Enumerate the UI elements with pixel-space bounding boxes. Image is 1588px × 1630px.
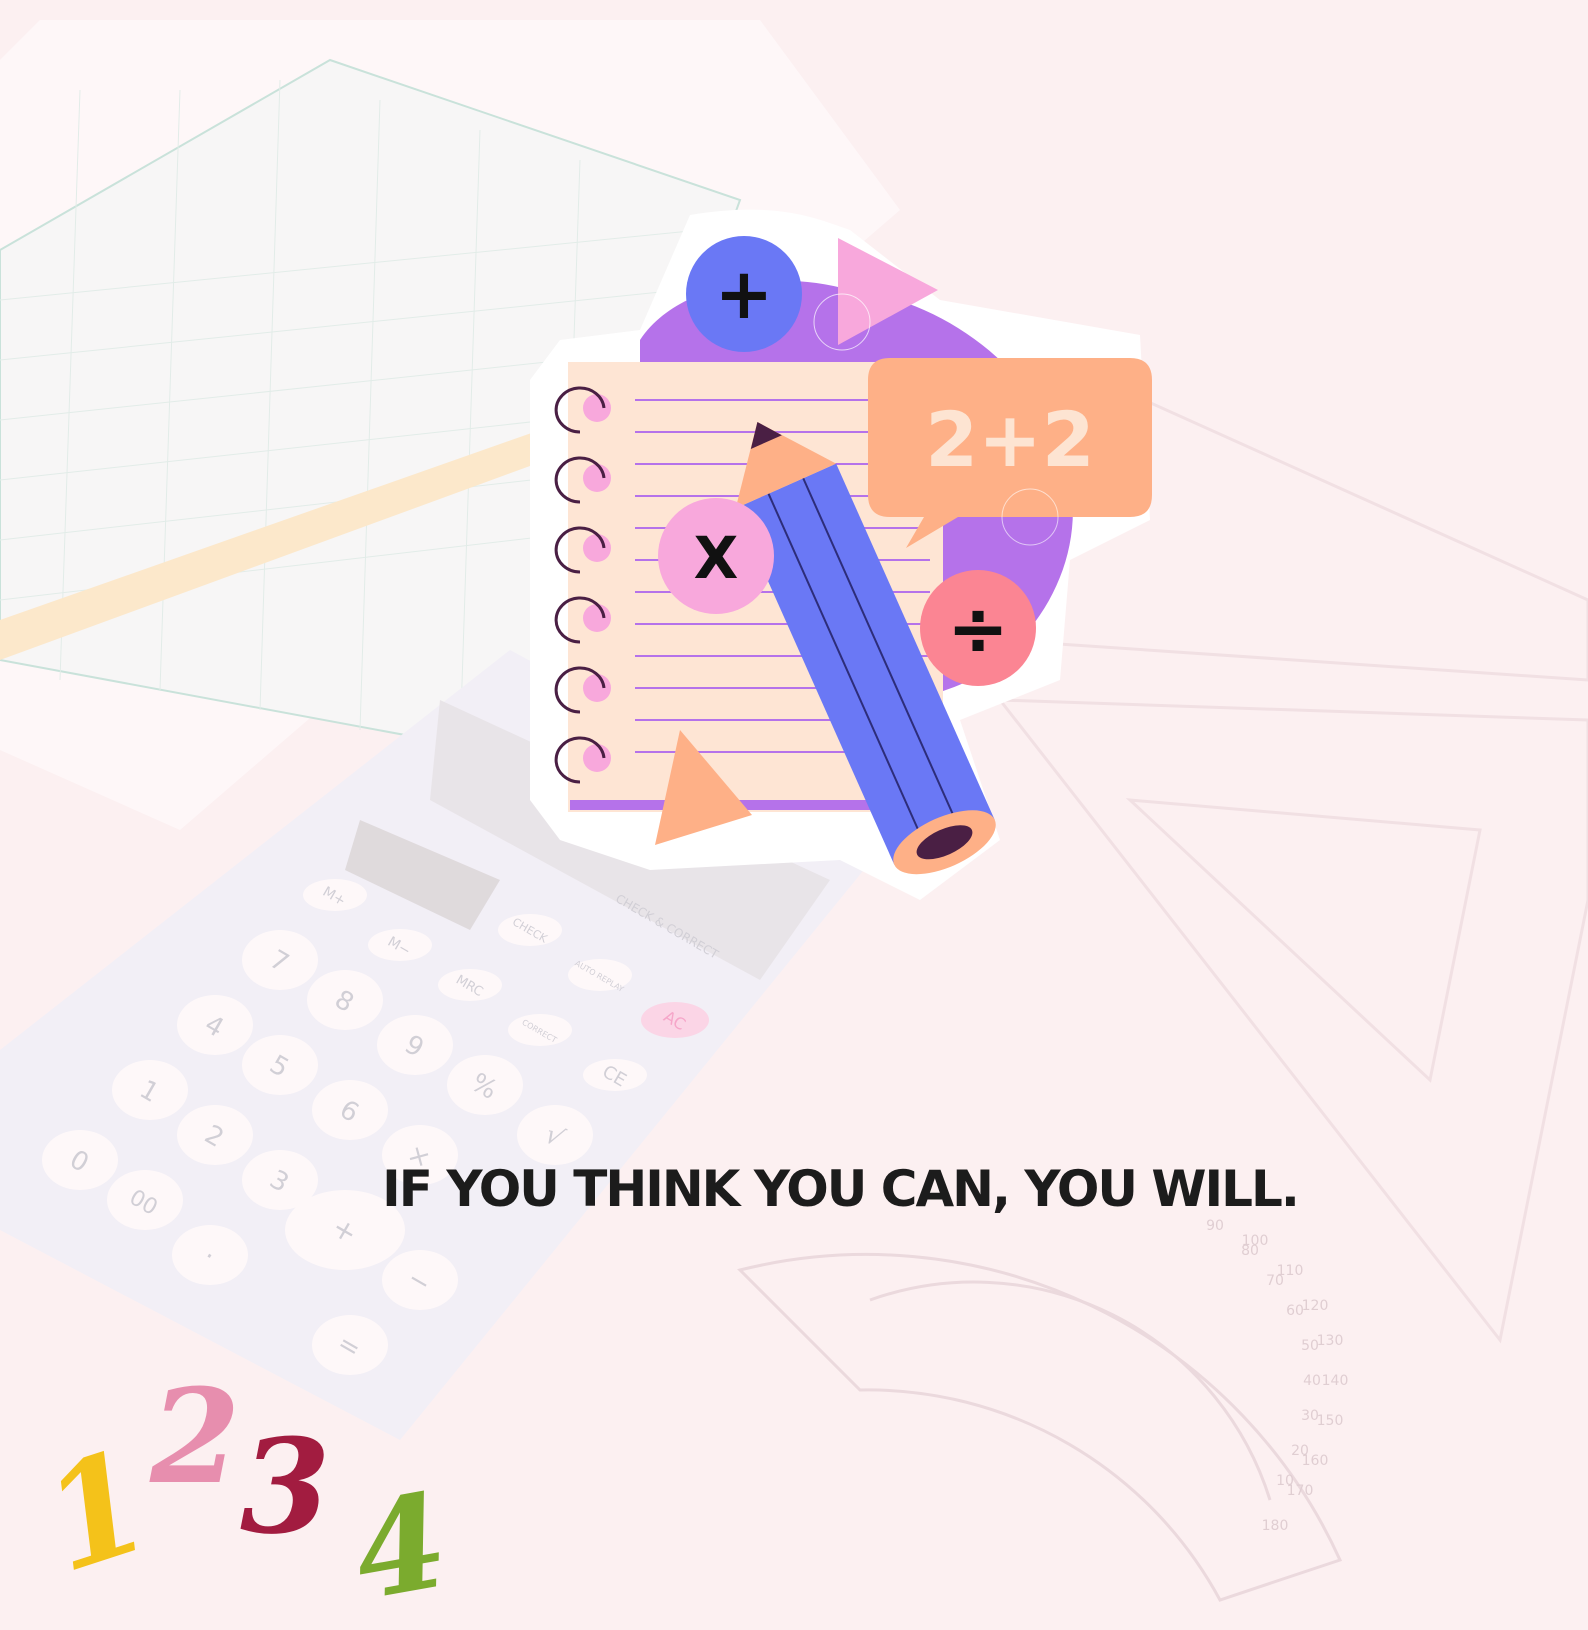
times-symbol: X [694,524,739,592]
motivational-quote: IF YOU THINK YOU CAN, YOU WILL. [382,1160,1300,1218]
divide-symbol: ÷ [947,586,1009,672]
decorative-number-2: 2 [150,1360,241,1513]
speech-bubble-text: 2+2 [925,395,1094,484]
plus-symbol: + [715,253,774,335]
decorative-number-3: 3 [240,1410,331,1563]
